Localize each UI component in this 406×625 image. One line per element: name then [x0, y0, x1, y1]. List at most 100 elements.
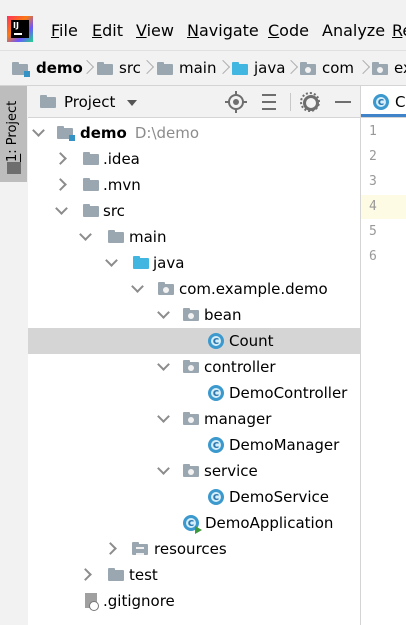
tree-node-controller[interactable]: controller [28, 354, 360, 380]
project-panel: Project demo D:\demo .idea .mvn src main… [28, 86, 360, 625]
tree-node-java[interactable]: java [28, 250, 360, 276]
tree-node-idea[interactable]: .idea [28, 146, 360, 172]
class-icon: c [208, 437, 224, 453]
tree-node-demoservice[interactable]: c DemoService [28, 484, 360, 510]
project-tool-tab[interactable]: 1: Project [0, 86, 27, 182]
folder-icon [157, 61, 173, 75]
class-icon: c [373, 94, 389, 110]
tree-node-service[interactable]: service [28, 458, 360, 484]
tree-node-democontroller[interactable]: c DemoController [28, 380, 360, 406]
folder-icon [83, 152, 99, 165]
intellij-logo-icon: IJ [7, 16, 33, 42]
chevron-down-icon[interactable] [157, 358, 170, 371]
chevron-down-icon[interactable] [157, 462, 170, 475]
folder-icon [108, 568, 124, 581]
ignored-file-icon [85, 593, 99, 611]
folder-icon [83, 204, 99, 217]
line-number: 1 [369, 124, 377, 139]
tree-node-manager[interactable]: manager [28, 406, 360, 432]
editor-tab-active[interactable]: c C [361, 86, 406, 117]
tree-node-demomanager[interactable]: c DemoManager [28, 432, 360, 458]
package-icon [158, 282, 174, 295]
menu-bar: IJ File Edit View Navigate Code Analyze … [0, 0, 406, 44]
source-folder-icon [232, 61, 248, 75]
menu-code[interactable]: Code [268, 21, 309, 41]
breadcrumb-item-example[interactable]: ex [372, 51, 406, 85]
collapse-all-icon[interactable] [259, 92, 279, 112]
chevron-right-icon [290, 59, 297, 75]
chevron-down-icon[interactable] [131, 280, 144, 293]
spring-class-icon: c [183, 515, 202, 534]
breadcrumb: demo src main java com ex [0, 50, 406, 86]
breadcrumb-item-demo[interactable]: demo [12, 51, 83, 85]
package-icon [183, 464, 199, 477]
chevron-down-icon[interactable] [127, 100, 137, 106]
line-number: 3 [369, 174, 377, 189]
chevron-right-icon[interactable] [54, 152, 67, 165]
class-icon: c [208, 489, 224, 505]
tree-node-demo[interactable]: demo D:\demo [28, 120, 360, 146]
chevron-down-icon[interactable] [79, 228, 92, 241]
line-number: 2 [369, 149, 377, 164]
chevron-right-icon[interactable] [54, 178, 67, 191]
chevron-down-icon[interactable] [32, 124, 45, 137]
class-icon: c [208, 333, 224, 349]
resources-folder-icon [132, 542, 148, 555]
project-panel-header: Project [28, 86, 360, 118]
tree-node-src[interactable]: src [28, 198, 360, 224]
locate-crosshair-icon[interactable] [225, 91, 247, 113]
breadcrumb-item-com[interactable]: com [300, 51, 354, 85]
tree-node-main[interactable]: main [28, 224, 360, 250]
chevron-right-icon [86, 59, 93, 75]
project-tool-tab-label: 1: Project [5, 100, 20, 162]
folder-icon [108, 230, 124, 243]
editor-area: c C 1 2 3 4 5 6 [360, 86, 406, 625]
menu-view[interactable]: View [136, 21, 174, 41]
menu-analyze[interactable]: Analyze [322, 21, 385, 41]
divider [290, 93, 291, 111]
tree-node-bean[interactable]: bean [28, 302, 360, 328]
menu-navigate[interactable]: Navigate [187, 21, 259, 41]
package-icon [372, 61, 388, 75]
tree-node-test[interactable]: test [28, 562, 360, 588]
module-folder-icon [57, 126, 75, 141]
chevron-right-icon[interactable] [104, 542, 117, 555]
chevron-right-icon [222, 59, 229, 75]
chevron-right-icon[interactable] [79, 568, 92, 581]
breadcrumb-item-main[interactable]: main [157, 51, 216, 85]
chevron-down-icon[interactable] [157, 410, 170, 423]
source-folder-icon [133, 256, 149, 269]
menu-file[interactable]: File [51, 21, 78, 41]
tree-node-count[interactable]: c Count [28, 328, 360, 354]
line-number: 5 [369, 224, 377, 239]
chevron-right-icon [362, 59, 369, 75]
breadcrumb-item-src[interactable]: src [97, 51, 141, 85]
folder-icon [40, 95, 56, 108]
chevron-down-icon[interactable] [105, 254, 118, 267]
package-icon [300, 61, 316, 75]
folder-icon [7, 162, 21, 174]
line-number: 4 [369, 199, 377, 214]
panel-title[interactable]: Project [64, 92, 115, 112]
tree-node-gitignore[interactable]: .gitignore [28, 588, 360, 614]
package-icon [183, 308, 199, 321]
chevron-down-icon[interactable] [157, 306, 170, 319]
package-icon [183, 360, 199, 373]
tree-node-com-example-demo[interactable]: com.example.demo [28, 276, 360, 302]
line-number: 6 [369, 249, 377, 264]
gear-icon[interactable] [300, 92, 320, 112]
editor-tab-bar: c C [361, 86, 406, 118]
folder-icon [83, 178, 99, 191]
tree-node-mvn[interactable]: .mvn [28, 172, 360, 198]
menu-edit[interactable]: Edit [92, 21, 123, 41]
package-icon [183, 412, 199, 425]
tree-node-resources[interactable]: resources [28, 536, 360, 562]
minimize-icon[interactable] [333, 92, 353, 112]
breadcrumb-item-java[interactable]: java [232, 51, 285, 85]
folder-icon [97, 61, 113, 75]
tree-node-demoapplication[interactable]: c DemoApplication [28, 510, 360, 536]
class-icon: c [208, 385, 224, 401]
chevron-down-icon[interactable] [55, 202, 68, 215]
chevron-right-icon [146, 59, 153, 75]
menu-refactor[interactable]: Re [392, 21, 406, 41]
